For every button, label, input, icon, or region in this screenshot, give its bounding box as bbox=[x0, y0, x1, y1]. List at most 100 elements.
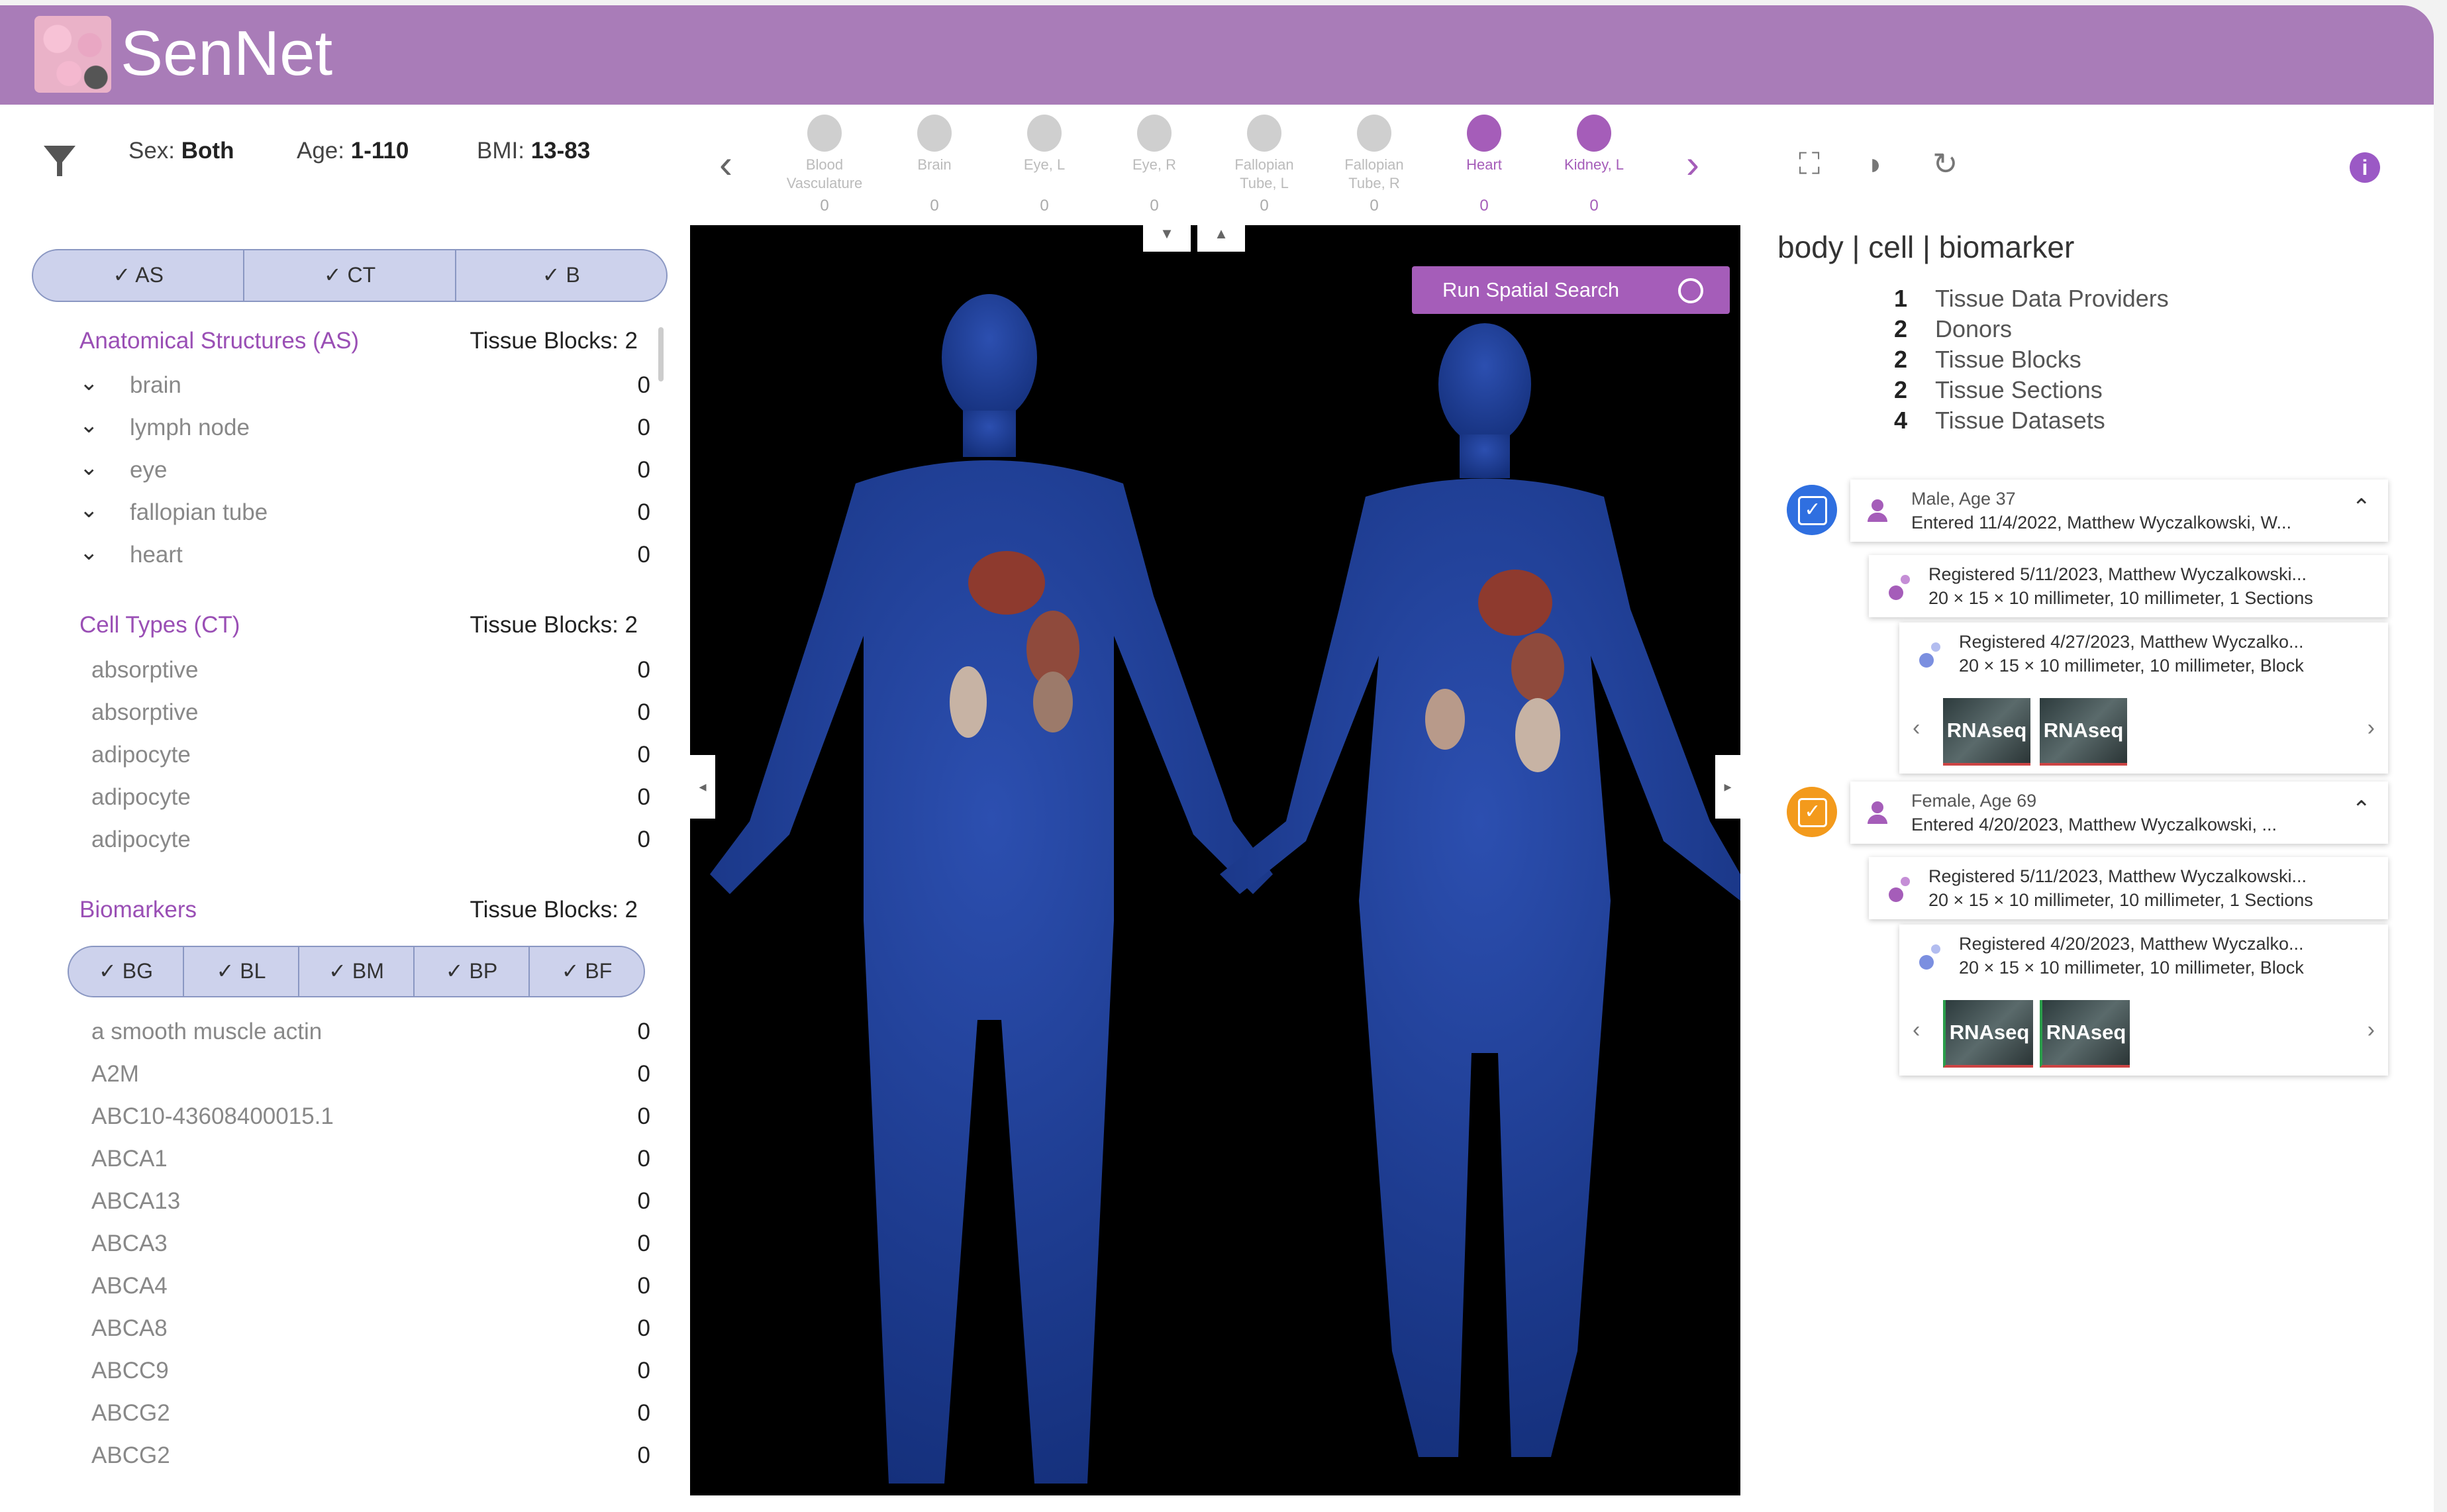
biomarker-row[interactable]: ABCA1 0 bbox=[91, 1139, 650, 1182]
chevron-down-icon[interactable]: ⌄ bbox=[79, 497, 99, 523]
toggle-bf[interactable]: ✓ BF bbox=[530, 947, 644, 996]
cell-type-row[interactable]: absorptive 0 bbox=[91, 650, 650, 693]
biomarker-row[interactable]: ABCA4 0 bbox=[91, 1266, 650, 1309]
anatomical-scrollbar[interactable] bbox=[658, 327, 664, 381]
biomarker-row[interactable]: A2M 0 bbox=[91, 1054, 650, 1097]
chevron-up-icon[interactable]: ⌃ bbox=[2352, 796, 2372, 823]
collapse-left-icon[interactable]: ◂ bbox=[690, 755, 715, 819]
male-body[interactable] bbox=[710, 294, 1273, 1484]
female-kidney-left[interactable] bbox=[1511, 633, 1564, 702]
row-value: 0 bbox=[637, 1273, 650, 1299]
tissue-block-card[interactable]: Registered 5/11/2023, Matthew Wyczalkows… bbox=[1869, 857, 2388, 919]
fullscreen-icon[interactable]: ⛶ bbox=[1799, 146, 1820, 183]
chevron-down-icon[interactable]: ⌄ bbox=[79, 412, 99, 438]
biomarker-row[interactable]: ABCA3 0 bbox=[91, 1224, 650, 1266]
male-heart[interactable] bbox=[968, 551, 1045, 615]
filter-bmi[interactable]: BMI: 13-83 bbox=[477, 138, 590, 164]
filter-age[interactable]: Age: 1-110 bbox=[297, 138, 409, 164]
biomarker-row[interactable]: ABCC9 0 bbox=[91, 1351, 650, 1393]
row-value: 0 bbox=[637, 742, 650, 768]
tissue-section-card[interactable]: Registered 4/27/2023, Matthew Wyczalko..… bbox=[1899, 623, 2388, 774]
female-kidney-right[interactable] bbox=[1515, 698, 1560, 772]
toggle-as[interactable]: ✓ AS bbox=[33, 250, 245, 301]
view-up-icon[interactable]: ▲ bbox=[1197, 225, 1245, 252]
brand-title[interactable]: SenNet bbox=[121, 17, 332, 90]
stat-label: Tissue Sections bbox=[1935, 376, 2103, 403]
organ-eye-l[interactable]: Eye, L 0 bbox=[995, 115, 1094, 215]
dataset-next-icon[interactable]: › bbox=[2368, 1017, 2375, 1043]
organ-kidney-l[interactable]: Kidney, L 0 bbox=[1544, 115, 1644, 215]
run-spatial-search-button[interactable]: Run Spatial Search bbox=[1412, 266, 1730, 314]
organ-next-icon[interactable]: › bbox=[1686, 141, 1699, 187]
toggle-bg[interactable]: ✓ BG bbox=[69, 947, 184, 996]
toggle-b[interactable]: ✓ B bbox=[456, 250, 666, 301]
anatomical-row[interactable]: ⌄ fallopian tube 0 bbox=[79, 493, 650, 535]
organ-brain[interactable]: Brain 0 bbox=[885, 115, 984, 215]
donor-select-checkbox[interactable]: ✓ bbox=[1787, 787, 1837, 837]
donor-select-checkbox[interactable]: ✓ bbox=[1787, 485, 1837, 535]
donor-card[interactable]: Male, Age 37 Entered 11/4/2022, Matthew … bbox=[1850, 479, 2388, 542]
organ-count: 0 bbox=[1479, 197, 1489, 215]
cell-type-row[interactable]: adipocyte 0 bbox=[91, 735, 650, 778]
donor-card[interactable]: Female, Age 69 Entered 4/20/2023, Matthe… bbox=[1850, 781, 2388, 844]
male-kidney-small[interactable] bbox=[950, 666, 987, 738]
chevron-down-icon[interactable]: ⌄ bbox=[79, 539, 99, 566]
tissue-section-card[interactable]: Registered 4/20/2023, Matthew Wyczalko..… bbox=[1899, 925, 2388, 1076]
organ-fallopian-tube-r[interactable]: Fallopian Tube, R 0 bbox=[1324, 115, 1424, 215]
row-value: 0 bbox=[637, 1061, 650, 1087]
cell-type-row[interactable]: adipocyte 0 bbox=[91, 778, 650, 820]
donor-entered: Entered 11/4/2022, Matthew Wyczalkowski,… bbox=[1911, 513, 2292, 532]
sennet-logo[interactable] bbox=[34, 16, 111, 93]
female-kidney-small[interactable] bbox=[1425, 689, 1465, 750]
organ-heart[interactable]: Heart 0 bbox=[1434, 115, 1534, 215]
body-viewer-3d[interactable]: ▼ ▲ ◂ ▸ Run Spatial Search bbox=[690, 225, 1740, 1495]
row-label: ABCA1 bbox=[91, 1146, 168, 1172]
anatomical-row[interactable]: ⌄ brain 0 bbox=[79, 366, 650, 408]
view-down-icon[interactable]: ▼ bbox=[1143, 225, 1191, 252]
row-label: ABCA8 bbox=[91, 1315, 168, 1341]
female-body[interactable] bbox=[1220, 323, 1740, 1457]
organ-fallopian-tube-l[interactable]: Fallopian Tube, L 0 bbox=[1215, 115, 1314, 215]
biomarker-row[interactable]: ABCA8 0 bbox=[91, 1309, 650, 1351]
biomarker-row[interactable]: ABC10-43608400015.1 0 bbox=[91, 1097, 650, 1139]
chevron-up-icon[interactable]: ⌃ bbox=[2352, 494, 2372, 521]
dataset-thumbnail[interactable]: RNAseq bbox=[2040, 698, 2127, 766]
dataset-prev-icon[interactable]: ‹ bbox=[1913, 715, 1920, 741]
section-line2: 20 × 15 × 10 millimeter, 10 millimeter, … bbox=[1959, 958, 2304, 978]
dataset-thumbnail[interactable]: RNAseq bbox=[1943, 1000, 2033, 1068]
anatomical-row[interactable]: ⌄ heart 0 bbox=[79, 535, 650, 578]
biomarker-row[interactable]: ABCG2 0 bbox=[91, 1393, 650, 1436]
stat-count: 2 bbox=[1894, 376, 1908, 403]
body-models[interactable] bbox=[690, 225, 1740, 1495]
toggle-ct[interactable]: ✓ CT bbox=[244, 250, 456, 301]
anatomical-row[interactable]: ⌄ lymph node 0 bbox=[79, 408, 650, 450]
theme-toggle-icon[interactable]: ◗ bbox=[1866, 146, 1885, 181]
collapse-right-icon[interactable]: ▸ bbox=[1715, 755, 1740, 819]
dataset-prev-icon[interactable]: ‹ bbox=[1913, 1017, 1920, 1043]
biomarker-row[interactable]: a smooth muscle actin 0 bbox=[91, 1012, 650, 1054]
toggle-bm[interactable]: ✓ BM bbox=[299, 947, 415, 996]
organ-label: Brain bbox=[917, 156, 952, 173]
anatomical-row[interactable]: ⌄ eye 0 bbox=[79, 450, 650, 493]
cell-type-row[interactable]: absorptive 0 bbox=[91, 693, 650, 735]
dataset-next-icon[interactable]: › bbox=[2368, 715, 2375, 741]
dataset-thumbnail[interactable]: RNAseq bbox=[2040, 1000, 2130, 1068]
toggle-label: B bbox=[566, 263, 580, 287]
tissue-block-icon-dot bbox=[1901, 877, 1910, 886]
chevron-down-icon[interactable]: ⌄ bbox=[79, 454, 99, 481]
biomarker-row[interactable]: ABCA13 0 bbox=[91, 1182, 650, 1224]
female-heart[interactable] bbox=[1478, 570, 1552, 636]
male-kidney-right[interactable] bbox=[1033, 672, 1073, 732]
cell-type-row[interactable]: adipocyte 0 bbox=[91, 820, 650, 862]
dataset-thumbnail[interactable]: RNAseq bbox=[1943, 698, 2030, 766]
chevron-down-icon[interactable]: ⌄ bbox=[79, 370, 99, 396]
toggle-bl[interactable]: ✓ BL bbox=[184, 947, 299, 996]
refresh-icon[interactable]: ↻ bbox=[1932, 146, 1958, 181]
info-icon[interactable]: i bbox=[2350, 152, 2380, 183]
filter-sex[interactable]: Sex: Both bbox=[128, 138, 234, 164]
organ-blood-vasculature[interactable]: Blood Vasculature 0 bbox=[775, 115, 874, 215]
organ-eye-r[interactable]: Eye, R 0 bbox=[1105, 115, 1204, 215]
biomarker-row[interactable]: ABCG2 0 bbox=[91, 1436, 650, 1478]
tissue-block-card[interactable]: Registered 5/11/2023, Matthew Wyczalkows… bbox=[1869, 555, 2388, 617]
toggle-bp[interactable]: ✓ BP bbox=[415, 947, 530, 996]
